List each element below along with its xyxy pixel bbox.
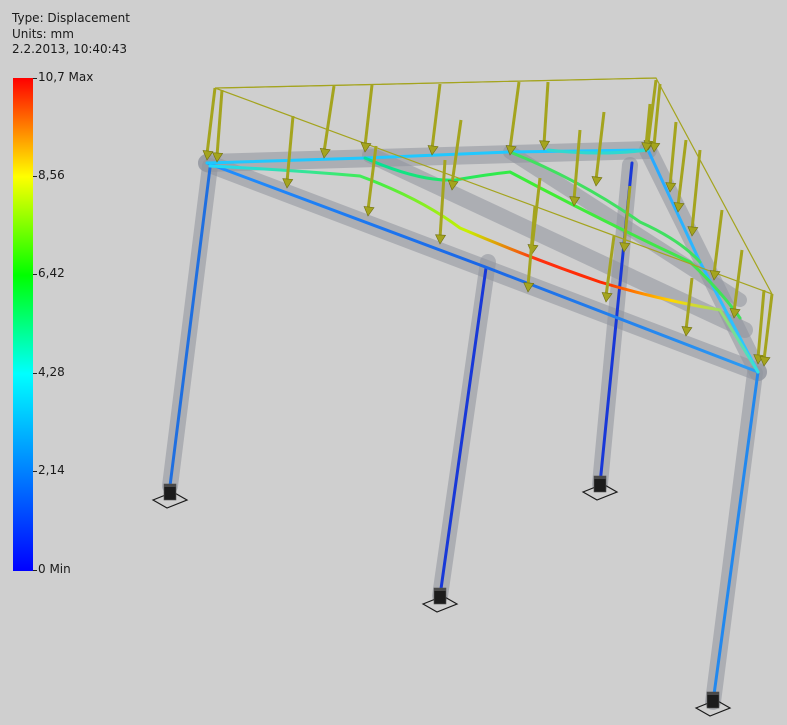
legend-label: 8,56 <box>38 168 65 182</box>
legend-label-min: 0 Min <box>38 562 71 576</box>
fixed-support-icon[interactable] <box>581 475 619 501</box>
load-arrow <box>202 87 217 161</box>
legend-tick <box>33 471 37 472</box>
legend-color-bar <box>13 78 33 571</box>
fixed-supports[interactable] <box>151 475 732 717</box>
fixed-support-icon[interactable] <box>151 483 189 509</box>
load-arrow <box>427 83 442 156</box>
load-arrow <box>539 81 551 151</box>
deformed-frame[interactable] <box>168 148 760 704</box>
legend-tick <box>33 176 37 177</box>
column-front-right[interactable] <box>711 370 760 704</box>
model-viewport[interactable] <box>0 0 787 725</box>
legend-tick <box>33 373 37 374</box>
displacement-legend: 10,7 Max 8,56 6,42 4,28 2,14 0 Min <box>13 70 93 576</box>
legend-tick <box>33 78 37 79</box>
column-front-middle[interactable] <box>438 266 488 598</box>
legend-tick <box>33 274 37 275</box>
load-arrow <box>319 85 336 159</box>
result-type-label: Type: Displacement <box>12 11 130 25</box>
legend-label: 6,42 <box>38 266 65 280</box>
load-arrow <box>435 159 447 245</box>
column-back-left[interactable] <box>168 166 212 488</box>
load-arrow <box>505 81 521 156</box>
legend-label: 2,14 <box>38 463 65 477</box>
legend-label-max: 10,7 Max <box>38 70 94 84</box>
fixed-support-icon[interactable] <box>421 587 459 613</box>
load-arrow <box>360 84 374 153</box>
legend-tick <box>33 570 37 571</box>
fixed-support-icon[interactable] <box>694 691 732 717</box>
legend-label: 4,28 <box>38 365 65 379</box>
result-units-label: Units: mm <box>12 26 74 41</box>
result-info: Type: Displacement Units: mm 2.2.2013, 1… <box>12 11 130 58</box>
result-date-label: 2.2.2013, 10:40:43 <box>12 42 127 56</box>
